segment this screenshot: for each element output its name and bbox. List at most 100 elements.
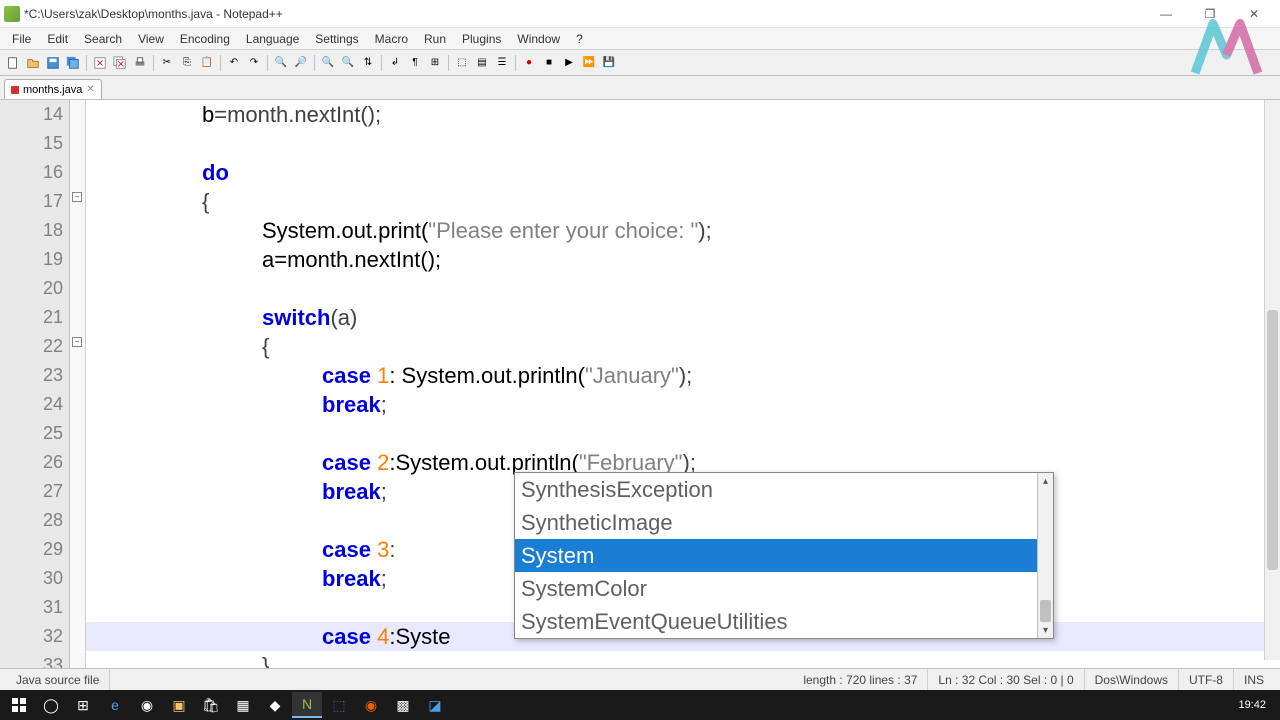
line-number: 14 [0,100,63,129]
cortana-icon[interactable]: ◯ [36,692,66,718]
stop-macro-icon[interactable]: ■ [540,54,558,72]
fold-marker-icon[interactable]: − [72,337,82,347]
chrome-icon[interactable]: ◉ [132,692,162,718]
find-icon[interactable]: 🔍 [272,54,290,72]
minimize-button[interactable]: — [1144,4,1188,24]
lang-monitor-icon[interactable]: ⬚ [453,54,471,72]
taskbar-clock[interactable]: 19:42 [1228,699,1276,711]
record-macro-icon[interactable]: ● [520,54,538,72]
autocomplete-popup[interactable]: SynthesisExceptionSyntheticImageSystemSy… [514,472,1054,639]
autocomplete-item[interactable]: System [515,539,1037,572]
vertical-scrollbar[interactable] [1264,100,1280,660]
save-all-icon[interactable] [64,54,82,72]
indent-guide-icon[interactable]: ⊞ [426,54,444,72]
menu-plugins[interactable]: Plugins [454,30,509,48]
redo-icon[interactable]: ↷ [245,54,263,72]
autocomplete-item[interactable]: SystemEventQueueUtilities [515,605,1037,638]
status-encoding: UTF-8 [1179,669,1234,690]
new-file-icon[interactable] [4,54,22,72]
tab-months-java[interactable]: months.java ✕ [4,79,102,99]
scroll-up-icon[interactable]: ▴ [1038,473,1053,489]
vscode-icon[interactable]: ⬚ [324,692,354,718]
func-list-icon[interactable]: ☰ [493,54,511,72]
app-icon-2[interactable]: ◆ [260,692,290,718]
start-button[interactable] [4,692,34,718]
menu-language[interactable]: Language [238,30,307,48]
menu-encoding[interactable]: Encoding [172,30,238,48]
close-file-icon[interactable] [91,54,109,72]
close-button[interactable]: ✕ [1232,4,1276,24]
line-number: 27 [0,477,63,506]
line-number: 16 [0,158,63,187]
line-number: 15 [0,129,63,158]
play-macro-icon[interactable]: ▶ [560,54,578,72]
menu-help[interactable]: ? [568,30,591,48]
task-view-icon[interactable]: ⊞ [68,692,98,718]
status-length: length : 720 lines : 37 [793,669,928,690]
line-number: 18 [0,216,63,245]
file-explorer-icon[interactable]: ▣ [164,692,194,718]
maximize-button[interactable]: ❐ [1188,4,1232,24]
line-number: 19 [0,245,63,274]
autocomplete-item[interactable]: SynthesisException [515,473,1037,506]
fold-marker-icon[interactable]: − [72,192,82,202]
show-all-chars-icon[interactable]: ¶ [406,54,424,72]
cut-icon[interactable]: ✂ [158,54,176,72]
autocomplete-scrollbar[interactable]: ▴ ▾ [1037,473,1053,638]
doc-map-icon[interactable]: ▤ [473,54,491,72]
line-number: 20 [0,274,63,303]
menu-run[interactable]: Run [416,30,454,48]
menu-bar: File Edit Search View Encoding Language … [0,28,1280,50]
line-number: 23 [0,361,63,390]
app-icon-4[interactable]: ◪ [420,692,450,718]
open-file-icon[interactable] [24,54,42,72]
save-icon[interactable] [44,54,62,72]
title-bar: *C:\Users\zak\Desktop\months.java - Note… [0,0,1280,28]
zoom-in-icon[interactable]: 🔍 [319,54,337,72]
line-number: 26 [0,448,63,477]
copy-icon[interactable]: ⎘ [178,54,196,72]
firefox-icon[interactable]: ◉ [356,692,386,718]
replace-icon[interactable]: 🔎 [292,54,310,72]
tab-label: months.java [23,84,82,96]
notepadpp-taskbar-icon[interactable]: N [292,692,322,718]
autocomplete-item[interactable]: SystemColor [515,572,1037,605]
undo-icon[interactable]: ↶ [225,54,243,72]
autocomplete-item[interactable]: SyntheticImage [515,506,1037,539]
menu-edit[interactable]: Edit [39,30,76,48]
paste-icon[interactable]: 📋 [198,54,216,72]
scroll-down-icon[interactable]: ▾ [1038,622,1053,638]
zoom-out-icon[interactable]: 🔍 [339,54,357,72]
status-position: Ln : 32 Col : 30 Sel : 0 | 0 [928,669,1084,690]
modified-indicator-icon [11,86,19,94]
scroll-thumb[interactable] [1267,310,1278,570]
print-icon[interactable] [131,54,149,72]
line-number: 21 [0,303,63,332]
menu-file[interactable]: File [4,30,39,48]
windows-taskbar[interactable]: ◯ ⊞ e ◉ ▣ 🛍 ▦ ◆ N ⬚ ◉ ▩ ◪ 19:42 [0,690,1280,720]
status-insert-mode: INS [1234,669,1274,690]
menu-window[interactable]: Window [509,30,568,48]
code-area[interactable]: b=month.nextInt(); do { System.out.print… [86,100,1280,680]
line-number: 25 [0,419,63,448]
menu-settings[interactable]: Settings [307,30,366,48]
save-macro-icon[interactable]: 💾 [600,54,618,72]
tab-close-icon[interactable]: ✕ [86,84,94,95]
app-icon-3[interactable]: ▩ [388,692,418,718]
close-all-icon[interactable] [111,54,129,72]
app-icon-1[interactable]: ▦ [228,692,258,718]
sync-vscroll-icon[interactable]: ⇅ [359,54,377,72]
menu-search[interactable]: Search [76,30,130,48]
scroll-thumb[interactable] [1040,600,1051,622]
editor[interactable]: 1415161718192021222324252627282930313233… [0,100,1280,680]
wordwrap-icon[interactable]: ↲ [386,54,404,72]
menu-view[interactable]: View [130,30,172,48]
toolbar: ✂ ⎘ 📋 ↶ ↷ 🔍 🔎 🔍 🔍 ⇅ ↲ ¶ ⊞ ⬚ ▤ ☰ ● ■ ▶ ⏩ … [0,50,1280,76]
edge-icon[interactable]: e [100,692,130,718]
status-filetype: Java source file [6,669,110,690]
store-icon[interactable]: 🛍 [196,692,226,718]
line-number: 17 [0,187,63,216]
menu-macro[interactable]: Macro [367,30,416,48]
tab-bar: months.java ✕ [0,76,1280,100]
play-multi-icon[interactable]: ⏩ [580,54,598,72]
